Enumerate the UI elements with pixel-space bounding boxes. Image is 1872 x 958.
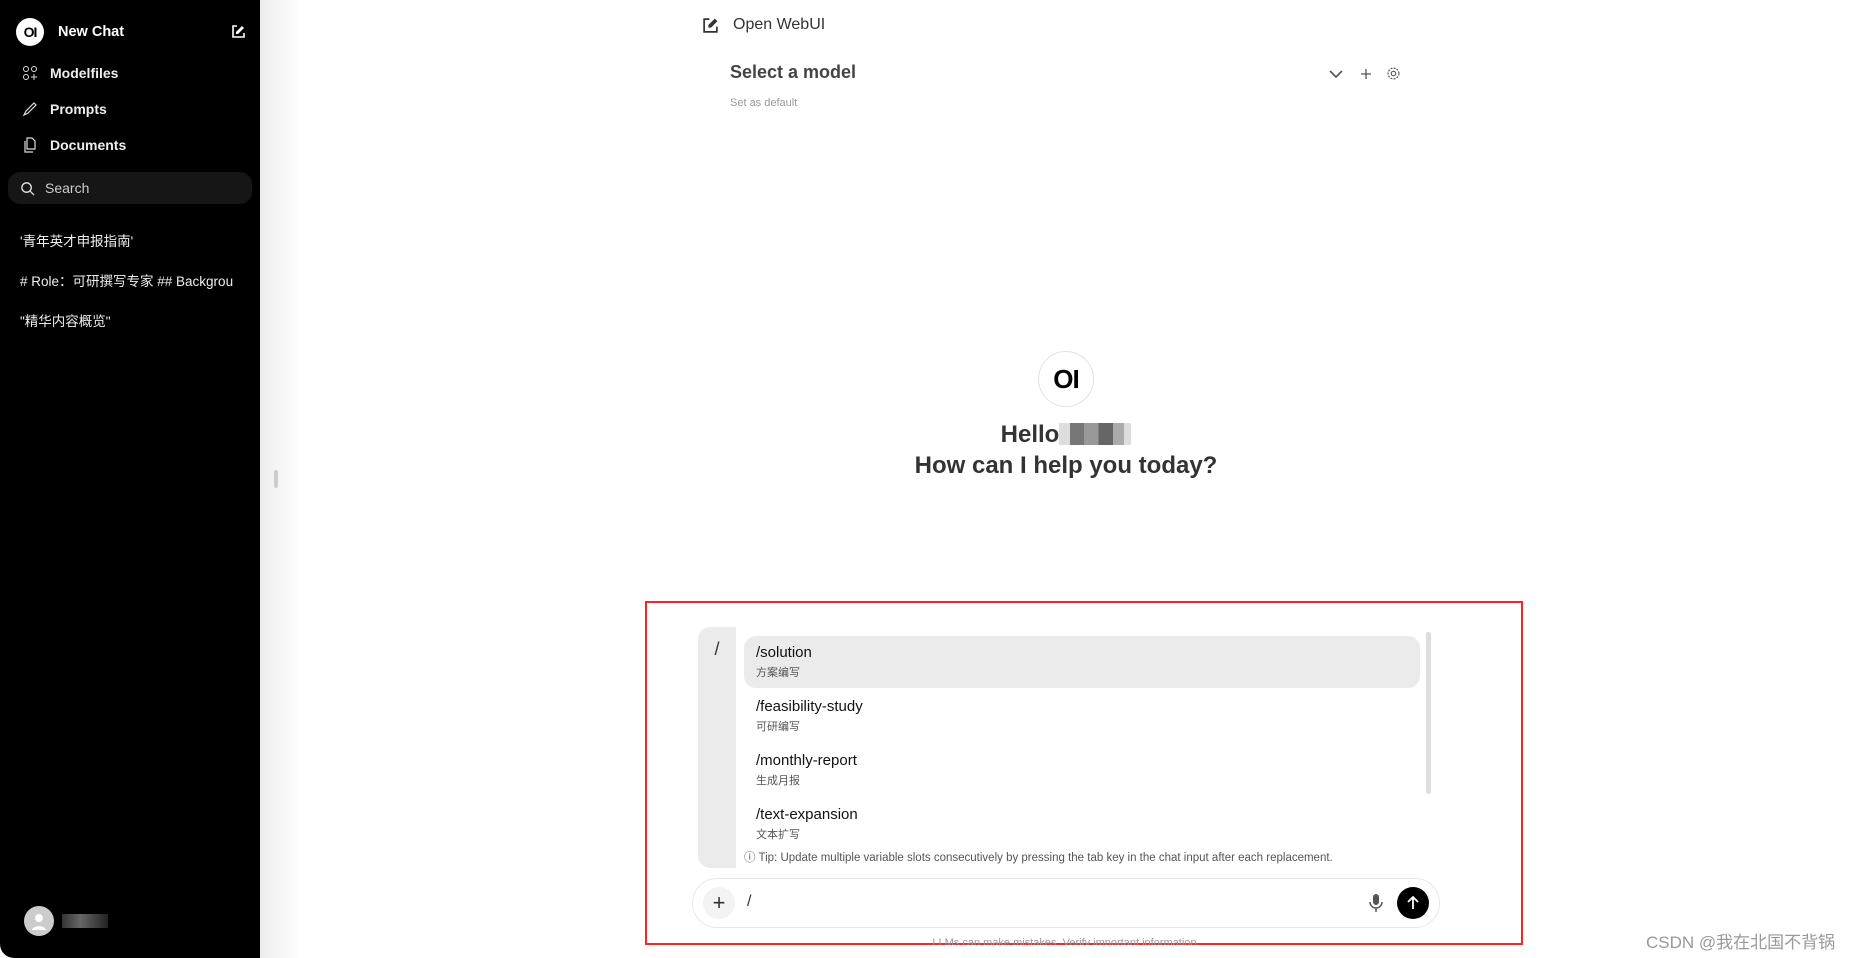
sidebar-item-label: Documents	[50, 137, 127, 153]
prompt-item-feasibility-study[interactable]: /feasibility-study 可研编写	[744, 690, 1420, 742]
prompt-command: /solution	[756, 644, 812, 661]
prompt-description: 方案编写	[756, 667, 800, 679]
model-select[interactable]: Select a model	[730, 62, 856, 83]
chat-history-item[interactable]: "精华内容概览"	[20, 310, 245, 330]
new-chat-button[interactable]: OI New Chat	[16, 18, 246, 46]
set-default-link[interactable]: Set as default	[730, 97, 797, 109]
chevron-down-icon[interactable]	[1328, 67, 1344, 81]
sidebar-item-documents[interactable]: Documents	[22, 137, 126, 153]
watermark: CSDN @我在北国不背锅	[1646, 933, 1836, 952]
prompt-command: /monthly-report	[756, 752, 857, 769]
greeting-question: How can I help you today?	[914, 452, 1218, 479]
chat-history-item[interactable]: # Role：可研撰写专家 ## Backgrou	[20, 270, 245, 290]
prompt-item-monthly-report[interactable]: /monthly-report 生成月报	[744, 744, 1420, 796]
edit-icon[interactable]	[230, 24, 246, 40]
new-chat-label: New Chat	[58, 24, 125, 40]
chat-input-bar: + /	[692, 878, 1440, 928]
prompt-suggestions: / /solution 方案编写 /feasibility-study 可研编写…	[698, 627, 1438, 868]
search-icon	[21, 181, 35, 196]
header: Open WebUI	[702, 16, 825, 34]
app-title: Open WebUI	[733, 16, 826, 33]
chat-input[interactable]: /	[747, 893, 751, 911]
info-icon: ⓘ	[744, 852, 756, 864]
disclaimer: LLMs can make mistakes. Verify important…	[932, 937, 1200, 945]
sidebar-item-prompts[interactable]: Prompts	[22, 101, 107, 117]
plus-icon[interactable]	[1360, 68, 1372, 80]
prompt-command: /feasibility-study	[756, 698, 863, 715]
sidebar-item-modelfiles[interactable]: Modelfiles	[22, 65, 118, 81]
user-profile-button[interactable]	[24, 906, 108, 936]
prompt-command: /text-expansion	[756, 806, 858, 823]
edit-icon[interactable]	[702, 17, 719, 34]
sidebar-item-label: Prompts	[50, 101, 107, 117]
documents-icon	[24, 137, 36, 153]
sidebar-item-label: Modelfiles	[50, 65, 119, 81]
plus-icon: +	[712, 890, 726, 915]
microphone-icon[interactable]	[1369, 893, 1383, 913]
prompt-description: 可研编写	[756, 721, 800, 733]
prompt-description: 文本扩写	[756, 829, 800, 841]
search-input[interactable]: Search	[8, 172, 252, 204]
prompt-trigger: /	[698, 627, 736, 868]
prompt-item-text-expansion[interactable]: /text-expansion 文本扩写	[744, 798, 1420, 850]
gear-icon[interactable]	[1386, 66, 1401, 81]
arrow-up-icon	[1407, 895, 1419, 909]
send-button[interactable]	[1397, 887, 1429, 919]
greeting-hello: Hello	[1000, 421, 1060, 448]
tip: ⓘ Tip: Update multiple variable slots co…	[744, 849, 1333, 865]
add-attachment-button[interactable]: +	[703, 887, 735, 919]
model-logo: OI	[1038, 351, 1094, 407]
tip-text: Tip: Update multiple variable slots cons…	[758, 852, 1333, 864]
user-icon	[32, 914, 46, 930]
prompt-item-solution[interactable]: /solution 方案编写	[744, 636, 1420, 688]
username-redacted	[62, 914, 108, 928]
pencil-icon	[22, 102, 37, 117]
avatar	[24, 906, 54, 936]
greeting: Hello	[0, 421, 1872, 449]
prompt-description: 生成月报	[756, 775, 800, 787]
search-placeholder: Search	[45, 180, 90, 196]
scrollbar[interactable]	[1426, 632, 1431, 794]
logo: OI	[16, 18, 44, 46]
username-redacted	[1059, 423, 1132, 445]
modelfiles-icon	[23, 66, 37, 80]
chat-history-item[interactable]: '青年英才申报指南'	[20, 230, 245, 250]
